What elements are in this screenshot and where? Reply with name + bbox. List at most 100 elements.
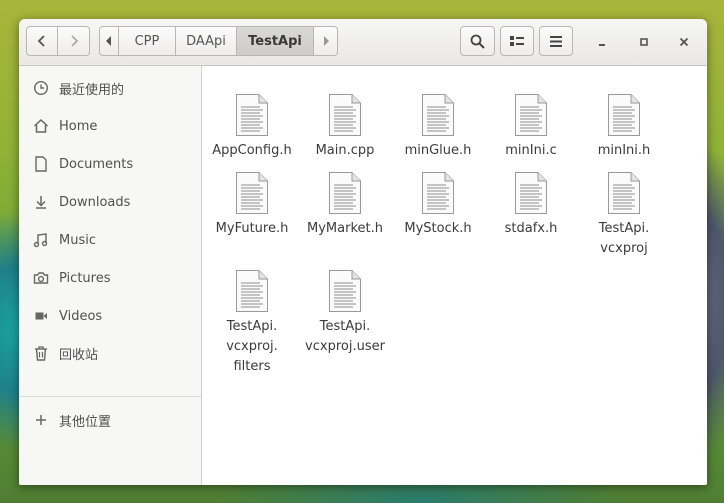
file-name: AppConfig.h bbox=[204, 141, 300, 161]
sidebar-item-label: Music bbox=[59, 232, 96, 248]
file-item[interactable]: TestApi. vcxproj. filters bbox=[204, 269, 300, 377]
breadcrumb-daapi[interactable]: DAApi bbox=[176, 26, 237, 56]
file-name-line: TestApi. bbox=[226, 319, 278, 334]
search-button[interactable] bbox=[460, 26, 495, 56]
file-name-line: minGlue.h bbox=[404, 143, 472, 158]
file-name-line: MyStock.h bbox=[404, 221, 472, 236]
file-name: TestApi. vcxproj bbox=[576, 219, 672, 259]
file-name-line: vcxproj.user bbox=[305, 339, 385, 354]
file-name: MyFuture.h bbox=[204, 219, 300, 239]
file-item[interactable]: stdafx.h bbox=[483, 171, 579, 239]
sidebar-item-recent[interactable]: 最近使用的 bbox=[19, 71, 201, 105]
file-name: MyMarket.h bbox=[297, 219, 393, 239]
file-grid: AppConfig.h Main.cpp minGlue.h minIni.c minI… bbox=[202, 66, 707, 485]
video-icon bbox=[33, 308, 49, 324]
path-bar: CPP DAApi TestApi bbox=[99, 26, 338, 56]
text-file-icon bbox=[235, 93, 269, 137]
maximize-icon bbox=[640, 38, 648, 46]
file-name: minIni.c bbox=[483, 141, 579, 161]
clock-icon bbox=[33, 80, 49, 96]
file-name-line: minIni.c bbox=[505, 143, 557, 158]
chevron-right-icon bbox=[70, 35, 78, 47]
document-icon bbox=[33, 156, 49, 172]
file-name-line: TestApi. bbox=[598, 221, 650, 236]
text-file-icon bbox=[421, 171, 455, 215]
text-file-icon bbox=[328, 93, 362, 137]
file-name-line: vcxproj. bbox=[226, 339, 278, 354]
sidebar-item-label: Pictures bbox=[59, 270, 111, 286]
close-icon bbox=[679, 37, 689, 47]
list-view-icon bbox=[510, 36, 524, 46]
minimize-button[interactable] bbox=[590, 31, 614, 53]
sidebar-item-home[interactable]: Home bbox=[19, 109, 201, 143]
menu-button[interactable] bbox=[539, 26, 573, 56]
download-icon bbox=[33, 194, 49, 210]
sidebar-item-other-locations[interactable]: 其他位置 bbox=[19, 403, 201, 437]
sidebar-item-documents[interactable]: Documents bbox=[19, 147, 201, 181]
forward-button[interactable] bbox=[58, 26, 90, 56]
camera-icon bbox=[33, 270, 49, 286]
file-item[interactable]: minGlue.h bbox=[390, 93, 486, 161]
file-item[interactable]: MyFuture.h bbox=[204, 171, 300, 239]
file-name-line: AppConfig.h bbox=[212, 143, 292, 158]
file-item[interactable]: Main.cpp bbox=[297, 93, 393, 161]
minimize-icon bbox=[599, 44, 605, 46]
triangle-right-icon bbox=[323, 36, 329, 46]
text-file-icon bbox=[328, 269, 362, 313]
trash-icon bbox=[33, 345, 49, 361]
sidebar-item-downloads[interactable]: Downloads bbox=[19, 185, 201, 219]
sidebar-item-label: Videos bbox=[59, 308, 103, 324]
text-file-icon bbox=[421, 93, 455, 137]
breadcrumb-testapi[interactable]: TestApi bbox=[237, 26, 314, 56]
sidebar-item-label: 其他位置 bbox=[59, 414, 112, 430]
file-item[interactable]: TestApi. vcxproj bbox=[576, 171, 672, 259]
sidebar-item-label: Home bbox=[59, 118, 98, 134]
file-name: Main.cpp bbox=[297, 141, 393, 161]
navigation-buttons bbox=[26, 26, 91, 56]
text-file-icon bbox=[514, 93, 548, 137]
header-bar: CPP DAApi TestApi bbox=[19, 19, 707, 66]
home-icon bbox=[33, 118, 49, 134]
sidebar-item-label: 最近使用的 bbox=[59, 82, 125, 98]
file-item[interactable]: MyStock.h bbox=[390, 171, 486, 239]
file-name-line: TestApi. bbox=[319, 319, 371, 334]
file-name-line: MyFuture.h bbox=[215, 221, 289, 236]
file-name: minGlue.h bbox=[390, 141, 486, 161]
file-item[interactable]: MyMarket.h bbox=[297, 171, 393, 239]
path-scroll-left-button[interactable] bbox=[99, 26, 119, 56]
sidebar-item-trash[interactable]: 回收站 bbox=[19, 336, 201, 370]
file-name: TestApi. vcxproj.user bbox=[297, 317, 393, 357]
file-name: TestApi. vcxproj. filters bbox=[204, 317, 300, 377]
file-item[interactable]: minIni.c bbox=[483, 93, 579, 161]
sidebar-separator bbox=[19, 396, 201, 397]
text-file-icon bbox=[328, 171, 362, 215]
sidebar-item-music[interactable]: Music bbox=[19, 223, 201, 257]
sidebar-item-pictures[interactable]: Pictures bbox=[19, 261, 201, 295]
text-file-icon bbox=[607, 171, 641, 215]
sidebar-item-videos[interactable]: Videos bbox=[19, 299, 201, 333]
plus-icon bbox=[33, 412, 49, 428]
sidebar-item-label: Documents bbox=[59, 156, 134, 172]
breadcrumb-cpp[interactable]: CPP bbox=[119, 26, 176, 56]
music-icon bbox=[33, 232, 49, 248]
text-file-icon bbox=[235, 269, 269, 313]
file-name: minIni.h bbox=[576, 141, 672, 161]
file-name-line: filters bbox=[233, 359, 271, 374]
close-button[interactable] bbox=[672, 31, 696, 53]
file-item[interactable]: minIni.h bbox=[576, 93, 672, 161]
triangle-left-icon bbox=[106, 36, 111, 46]
file-item[interactable]: AppConfig.h bbox=[204, 93, 300, 161]
back-button[interactable] bbox=[26, 26, 58, 56]
file-name-line: minIni.h bbox=[597, 143, 651, 158]
file-name-line: Main.cpp bbox=[315, 143, 375, 158]
file-name: stdafx.h bbox=[483, 219, 579, 239]
file-name-line: vcxproj bbox=[600, 241, 648, 256]
search-icon bbox=[470, 34, 485, 49]
maximize-button[interactable] bbox=[632, 31, 656, 53]
file-manager-window: CPP DAApi TestApi 最近使用的 Home Documents D… bbox=[19, 19, 707, 485]
file-name-line: stdafx.h bbox=[504, 221, 558, 236]
view-toggle-button[interactable] bbox=[500, 26, 534, 56]
file-item[interactable]: TestApi. vcxproj.user bbox=[297, 269, 393, 357]
file-name: MyStock.h bbox=[390, 219, 486, 239]
path-scroll-right-button[interactable] bbox=[314, 26, 338, 56]
